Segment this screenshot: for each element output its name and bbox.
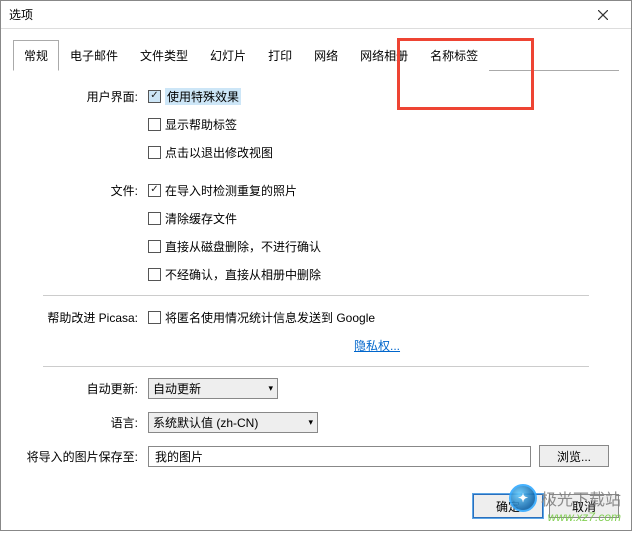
language-value: 系统默认值 (zh-CN)	[153, 414, 258, 431]
clear-cache-checkbox[interactable]	[148, 212, 161, 225]
close-button[interactable]	[583, 2, 623, 28]
tab-name-tags[interactable]: 名称标签	[419, 40, 489, 71]
delete-disk-noconfirm-checkbox[interactable]	[148, 240, 161, 253]
window-title: 选项	[9, 6, 583, 23]
tabs-bar: 常规 电子邮件 文件类型 幻灯片 打印 网络 网络相册 名称标签	[13, 39, 619, 71]
auto-update-select[interactable]: 自动更新 ▾	[148, 378, 278, 399]
browse-button[interactable]: 浏览...	[539, 445, 609, 467]
tab-network[interactable]: 网络	[303, 40, 349, 71]
delete-album-noconfirm-checkbox[interactable]	[148, 268, 161, 281]
titlebar: 选项	[1, 1, 631, 29]
tab-slideshow[interactable]: 幻灯片	[199, 40, 257, 71]
chevron-down-icon: ▾	[268, 383, 273, 394]
import-path-input[interactable]	[148, 446, 531, 467]
privacy-link[interactable]: 隐私权...	[354, 337, 400, 354]
tab-file-types[interactable]: 文件类型	[129, 40, 199, 71]
tab-general[interactable]: 常规	[13, 40, 59, 71]
send-stats-label: 将匿名使用情况统计信息发送到 Google	[165, 309, 375, 326]
delete-disk-noconfirm-label: 直接从磁盘删除，不进行确认	[165, 238, 321, 255]
send-stats-checkbox[interactable]	[148, 311, 161, 324]
auto-update-value: 自动更新	[153, 380, 201, 397]
use-effects-label: 使用特殊效果	[165, 88, 241, 105]
ok-button[interactable]: 确定	[473, 494, 543, 518]
tab-print[interactable]: 打印	[257, 40, 303, 71]
language-select[interactable]: 系统默认值 (zh-CN) ▾	[148, 412, 318, 433]
show-help-labels-checkbox[interactable]	[148, 118, 161, 131]
improve-label: 帮助改进 Picasa:	[23, 309, 148, 326]
general-pane: 用户界面: ✓ 使用特殊效果 显示帮助标签	[13, 71, 619, 477]
options-dialog: 选项 常规 电子邮件 文件类型 幻灯片 打印 网络 网络相册 名称标签 用户界面…	[0, 0, 632, 531]
cancel-button[interactable]: 取消	[549, 494, 619, 518]
tab-email[interactable]: 电子邮件	[59, 40, 129, 71]
dialog-footer: 确定 取消	[473, 494, 619, 518]
delete-album-noconfirm-label: 不经确认，直接从相册中删除	[165, 266, 321, 283]
tab-web-albums[interactable]: 网络相册	[349, 40, 419, 71]
chevron-down-icon: ▾	[308, 417, 313, 428]
separator-2	[43, 366, 589, 367]
import-save-label: 将导入的图片保存至:	[23, 448, 148, 465]
clear-cache-label: 清除缓存文件	[165, 210, 237, 227]
auto-update-label: 自动更新:	[23, 380, 148, 397]
detect-duplicates-label: 在导入时检测重复的照片	[165, 182, 297, 199]
language-label: 语言:	[23, 414, 148, 431]
click-exit-edit-label: 点击以退出修改视图	[165, 144, 273, 161]
use-effects-checkbox[interactable]: ✓	[148, 90, 161, 103]
ui-label: 用户界面:	[23, 88, 148, 105]
detect-duplicates-checkbox[interactable]: ✓	[148, 184, 161, 197]
show-help-labels-label: 显示帮助标签	[165, 116, 237, 133]
separator-1	[43, 295, 589, 296]
files-label: 文件:	[23, 182, 148, 199]
dialog-content: 常规 电子邮件 文件类型 幻灯片 打印 网络 网络相册 名称标签 用户界面: ✓…	[1, 29, 631, 487]
click-exit-edit-checkbox[interactable]	[148, 146, 161, 159]
